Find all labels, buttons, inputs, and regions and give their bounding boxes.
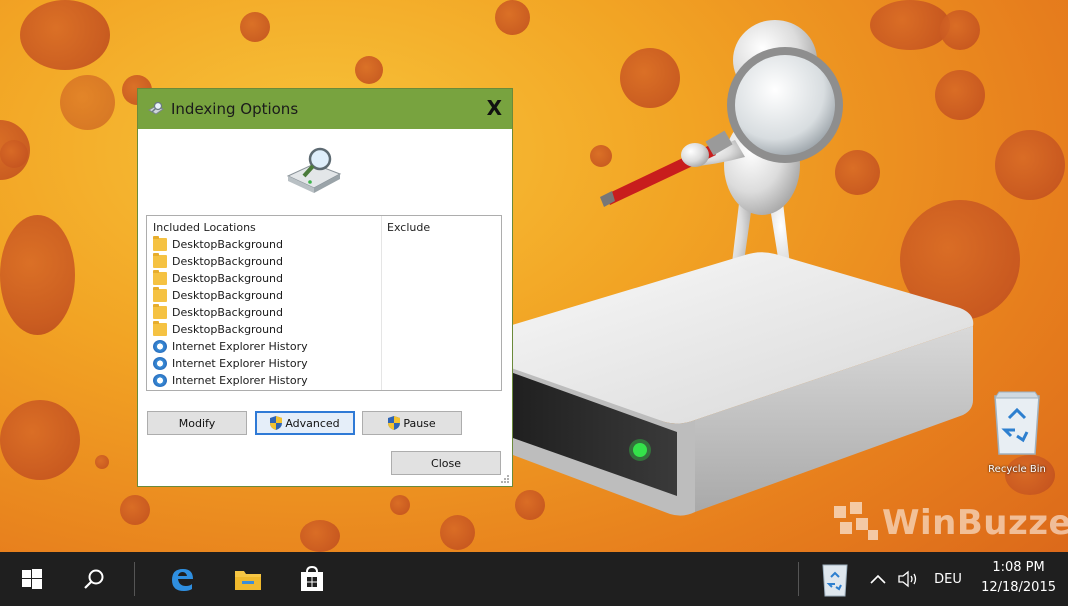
folder-icon xyxy=(153,321,167,336)
store-taskbar-button[interactable] xyxy=(290,552,334,606)
dialog-title: Indexing Options xyxy=(171,100,299,118)
recycle-bin-taskbar-button[interactable] xyxy=(812,552,858,606)
folder-icon xyxy=(153,287,167,302)
indexing-options-dialog: Indexing Options X Included Locations Ex… xyxy=(137,88,513,487)
location-name: DesktopBackground xyxy=(172,289,283,302)
close-button-label: Close xyxy=(431,456,461,470)
location-name: DesktopBackground xyxy=(172,306,283,319)
bg-dot xyxy=(0,215,75,335)
volume-button[interactable] xyxy=(894,552,924,606)
column-separator xyxy=(381,216,382,390)
search-icon xyxy=(84,569,104,589)
close-button[interactable]: Close xyxy=(391,451,501,475)
bg-dot xyxy=(300,520,340,552)
advanced-button[interactable]: Advanced xyxy=(255,411,355,435)
advanced-button-label: Advanced xyxy=(285,416,340,430)
list-item[interactable]: DesktopBackground xyxy=(153,270,283,287)
hard-drive-illustration xyxy=(460,252,974,516)
exclude-header[interactable]: Exclude xyxy=(387,221,430,234)
clock-date: 12/18/2015 xyxy=(981,580,1056,595)
taskbar-separator xyxy=(134,562,135,596)
winbuzzer-watermark: WinBuzzer xyxy=(830,500,1068,546)
list-item[interactable]: Internet Explorer History xyxy=(153,355,308,372)
dialog-titlebar[interactable]: Indexing Options X xyxy=(138,89,512,129)
recycle-bin-label: Recycle Bin xyxy=(988,464,1046,475)
uac-shield-icon xyxy=(270,416,283,430)
file-explorer-taskbar-button[interactable] xyxy=(226,552,270,606)
list-item[interactable]: DesktopBackground xyxy=(153,236,283,253)
internet-explorer-icon xyxy=(153,374,167,387)
list-item[interactable]: Internet Explorer History xyxy=(153,372,308,389)
modify-button-label: Modify xyxy=(178,416,216,430)
pause-button[interactable]: Pause xyxy=(362,411,462,435)
start-icon xyxy=(22,569,42,589)
indexing-options-icon xyxy=(147,101,165,115)
bg-dot xyxy=(240,12,270,42)
location-name: Internet Explorer History xyxy=(172,340,308,353)
edge-taskbar-button[interactable] xyxy=(160,552,204,606)
show-hidden-icons-button[interactable] xyxy=(864,552,892,606)
edge-icon xyxy=(172,569,193,591)
store-icon xyxy=(301,566,323,591)
included-locations-header[interactable]: Included Locations xyxy=(153,221,256,234)
folder-icon xyxy=(153,236,167,251)
search-button[interactable] xyxy=(72,552,116,606)
bg-dot xyxy=(495,0,530,35)
bg-dot xyxy=(390,495,410,515)
chevron-up-icon xyxy=(870,574,886,584)
pause-button-label: Pause xyxy=(403,416,436,430)
location-name: DesktopBackground xyxy=(172,323,283,336)
recycle-bin-desktop-icon[interactable]: Recycle Bin xyxy=(982,388,1052,480)
language-label: DEU xyxy=(934,571,962,587)
folder-icon xyxy=(153,270,167,285)
file-explorer-icon xyxy=(235,571,261,590)
bg-dot xyxy=(440,515,475,550)
desktop: Recycle Bin WinBuzzer Indexing Options X xyxy=(0,0,1068,552)
dialog-body: Included Locations Exclude DesktopBackgr… xyxy=(138,129,512,486)
bg-dot xyxy=(120,495,150,525)
resize-grip-icon[interactable] xyxy=(500,474,510,484)
bg-dot xyxy=(940,10,980,50)
folder-icon xyxy=(153,304,167,319)
close-window-button[interactable]: X xyxy=(487,96,502,120)
taskbar-clock[interactable]: 1:08 PM 12/18/2015 xyxy=(981,558,1056,598)
uac-shield-icon xyxy=(388,416,401,430)
bg-dot xyxy=(870,0,950,50)
location-name: DesktopBackground xyxy=(172,238,283,251)
folder-icon xyxy=(153,253,167,268)
bg-dot xyxy=(995,130,1065,200)
internet-explorer-icon xyxy=(153,340,167,353)
list-item[interactable]: DesktopBackground xyxy=(153,321,283,338)
recycle-bin-icon xyxy=(822,564,848,597)
start-button[interactable] xyxy=(10,552,54,606)
location-name: DesktopBackground xyxy=(172,255,283,268)
bg-dot xyxy=(935,70,985,120)
volume-icon xyxy=(898,570,917,588)
watermark-text: WinBuzzer xyxy=(882,503,1068,543)
input-language-indicator[interactable]: DEU xyxy=(928,552,968,606)
included-locations-list[interactable]: Included Locations Exclude DesktopBackgr… xyxy=(146,215,502,391)
list-item[interactable]: Internet Explorer History xyxy=(153,338,308,355)
modify-button[interactable]: Modify xyxy=(147,411,247,435)
list-item[interactable]: DesktopBackground xyxy=(153,304,283,321)
recycle-bin-icon xyxy=(994,391,1040,455)
location-name: Internet Explorer History xyxy=(172,374,308,387)
bg-dot xyxy=(60,75,115,130)
internet-explorer-icon xyxy=(153,357,167,370)
bg-dot xyxy=(20,0,110,70)
taskbar-separator xyxy=(798,562,799,596)
indexing-drive-icon xyxy=(286,147,342,193)
taskbar: DEU 1:08 PM 12/18/2015 xyxy=(0,552,1068,606)
location-name: DesktopBackground xyxy=(172,272,283,285)
bg-dot xyxy=(95,455,109,469)
bg-dot xyxy=(0,140,28,168)
location-name: Internet Explorer History xyxy=(172,357,308,370)
list-item[interactable]: DesktopBackground xyxy=(153,253,283,270)
bg-dot xyxy=(355,56,383,84)
clock-time: 1:08 PM xyxy=(992,560,1045,575)
bg-dot xyxy=(0,400,80,480)
list-item[interactable]: DesktopBackground xyxy=(153,287,283,304)
winbuzzer-logo-icon xyxy=(834,502,878,540)
